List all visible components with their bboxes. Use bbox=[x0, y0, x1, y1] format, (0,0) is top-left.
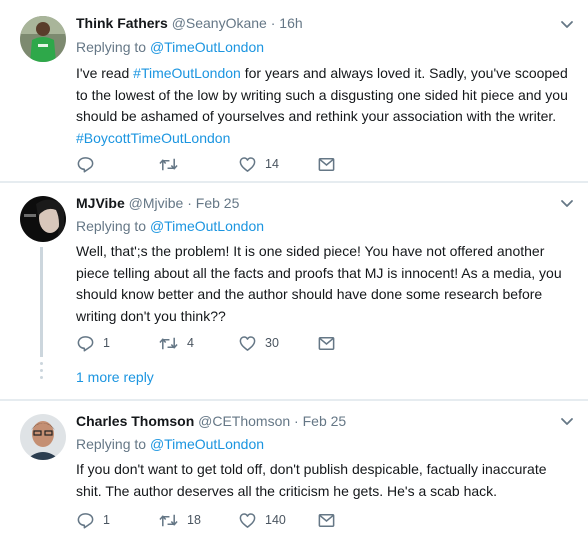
tweet-text: Well, that';s the problem! It is one sid… bbox=[76, 241, 576, 327]
replying-to-label: Replying to bbox=[76, 436, 150, 452]
retweet-button[interactable]: 4 bbox=[158, 333, 194, 353]
tweet-charles-thomson[interactable]: Charles Thomson @CEThomson · Feb 25 Repl… bbox=[0, 401, 588, 539]
user-handle[interactable]: @Mjvibe bbox=[129, 195, 184, 211]
tweet-text-line: should be ashamed of yourselves and reth… bbox=[76, 108, 557, 124]
tweet-text-line: I've read #TimeOutLondon for years and a… bbox=[76, 63, 576, 85]
thread-dot bbox=[40, 362, 43, 365]
like-count: 30 bbox=[265, 336, 279, 350]
replying-to: Replying to @TimeOutLondon bbox=[76, 436, 264, 452]
reply-feed: Think Fathers @SeanyOkane · 16h Replying… bbox=[0, 0, 588, 539]
tweet-header: Charles Thomson @CEThomson · Feb 25 bbox=[76, 413, 346, 429]
envelope-icon bbox=[317, 511, 336, 530]
display-name[interactable]: MJVibe bbox=[76, 195, 125, 211]
tweet-text: I've read #TimeOutLondon for years and a… bbox=[76, 63, 576, 149]
user-handle[interactable]: @CEThomson bbox=[198, 413, 290, 429]
reply-button[interactable]: 1 bbox=[76, 510, 110, 530]
tweet-text-line: writing don't you think?? bbox=[76, 307, 226, 324]
reply-button[interactable] bbox=[76, 154, 103, 174]
chevron-down-icon[interactable] bbox=[560, 20, 574, 30]
retweet-count: 18 bbox=[187, 513, 201, 527]
reply-count: 1 bbox=[103, 513, 110, 527]
retweet-button[interactable]: 18 bbox=[158, 510, 201, 530]
retweet-button[interactable] bbox=[158, 154, 187, 174]
tweet-actions: 1 4 30 bbox=[76, 333, 376, 353]
reply-icon bbox=[76, 155, 95, 174]
mention-link[interactable]: @TimeOutLondon bbox=[150, 436, 264, 452]
direct-message-button[interactable] bbox=[317, 154, 336, 174]
timestamp[interactable]: Feb 25 bbox=[196, 195, 240, 211]
tweet-mjvibe[interactable]: MJVibe @Mjvibe · Feb 25 Replying to @Tim… bbox=[0, 183, 588, 399]
thread-line bbox=[40, 247, 43, 357]
timestamp[interactable]: 16h bbox=[279, 15, 302, 31]
reply-count: 1 bbox=[103, 336, 110, 350]
reply-icon bbox=[76, 334, 95, 353]
more-replies-link[interactable]: 1 more reply bbox=[76, 369, 154, 385]
like-button[interactable]: 14 bbox=[238, 154, 279, 174]
tweet-actions: 14 bbox=[76, 154, 376, 174]
mention-link[interactable]: @TimeOutLondon bbox=[150, 39, 264, 55]
envelope-icon bbox=[317, 155, 336, 174]
direct-message-button[interactable] bbox=[317, 333, 336, 353]
replying-to: Replying to @TimeOutLondon bbox=[76, 218, 264, 234]
thread-dot bbox=[40, 369, 43, 372]
avatar[interactable] bbox=[20, 414, 66, 460]
heart-icon bbox=[238, 155, 257, 174]
separator: · bbox=[266, 15, 280, 31]
display-name[interactable]: Think Fathers bbox=[76, 15, 168, 31]
like-count: 140 bbox=[265, 513, 286, 527]
like-count: 14 bbox=[265, 157, 279, 171]
tweet-actions: 1 18 140 bbox=[76, 510, 376, 530]
separator: · bbox=[183, 195, 196, 211]
tweet-text-line: to the lowest of the low by writing such… bbox=[76, 86, 568, 103]
like-button[interactable]: 30 bbox=[238, 333, 279, 353]
reply-button[interactable]: 1 bbox=[76, 333, 110, 353]
thread-dot bbox=[40, 376, 43, 379]
reply-icon bbox=[76, 511, 95, 530]
tweet-think-fathers[interactable]: Think Fathers @SeanyOkane · 16h Replying… bbox=[0, 0, 588, 181]
user-handle[interactable]: @SeanyOkane bbox=[172, 15, 267, 31]
separator: · bbox=[290, 413, 303, 429]
replying-to: Replying to @TimeOutLondon bbox=[76, 39, 264, 55]
tweet-text-line: Well, that';s the problem! It is one sid… bbox=[76, 243, 545, 259]
hashtag-link[interactable]: #TimeOutLondon bbox=[133, 65, 241, 81]
retweet-count: 4 bbox=[187, 336, 194, 350]
tweet-text-line: shit. The author deserves all the critic… bbox=[76, 482, 498, 499]
text-segment: for years and always loved it. Sadly, yo… bbox=[240, 65, 568, 81]
direct-message-button[interactable] bbox=[317, 510, 336, 530]
retweet-icon bbox=[158, 155, 179, 174]
text-segment: I've read bbox=[76, 65, 134, 81]
tweet-text: If you don't want to get told off, don't… bbox=[76, 459, 576, 502]
replying-to-label: Replying to bbox=[76, 39, 150, 55]
heart-icon bbox=[238, 334, 257, 353]
tweet-header: Think Fathers @SeanyOkane · 16h bbox=[76, 15, 303, 31]
tweet-text-line: piece telling about all the facts and pr… bbox=[76, 264, 562, 281]
chevron-down-icon[interactable] bbox=[560, 417, 574, 427]
avatar[interactable] bbox=[20, 196, 66, 242]
retweet-icon bbox=[158, 334, 179, 353]
tweet-header: MJVibe @Mjvibe · Feb 25 bbox=[76, 195, 239, 211]
mention-link[interactable]: @TimeOutLondon bbox=[150, 218, 264, 234]
tweet-text-line: If you don't want to get told off, don't… bbox=[76, 461, 547, 477]
chevron-down-icon[interactable] bbox=[560, 199, 574, 209]
avatar[interactable] bbox=[20, 16, 66, 62]
hashtag-link[interactable]: #BoycottTimeOutLondon bbox=[76, 128, 576, 150]
tweet-text-line: should know better and the author should… bbox=[76, 286, 543, 302]
timestamp[interactable]: Feb 25 bbox=[303, 413, 347, 429]
replying-to-label: Replying to bbox=[76, 218, 150, 234]
heart-icon bbox=[238, 511, 257, 530]
like-button[interactable]: 140 bbox=[238, 510, 286, 530]
display-name[interactable]: Charles Thomson bbox=[76, 413, 194, 429]
retweet-icon bbox=[158, 511, 179, 530]
envelope-icon bbox=[317, 334, 336, 353]
